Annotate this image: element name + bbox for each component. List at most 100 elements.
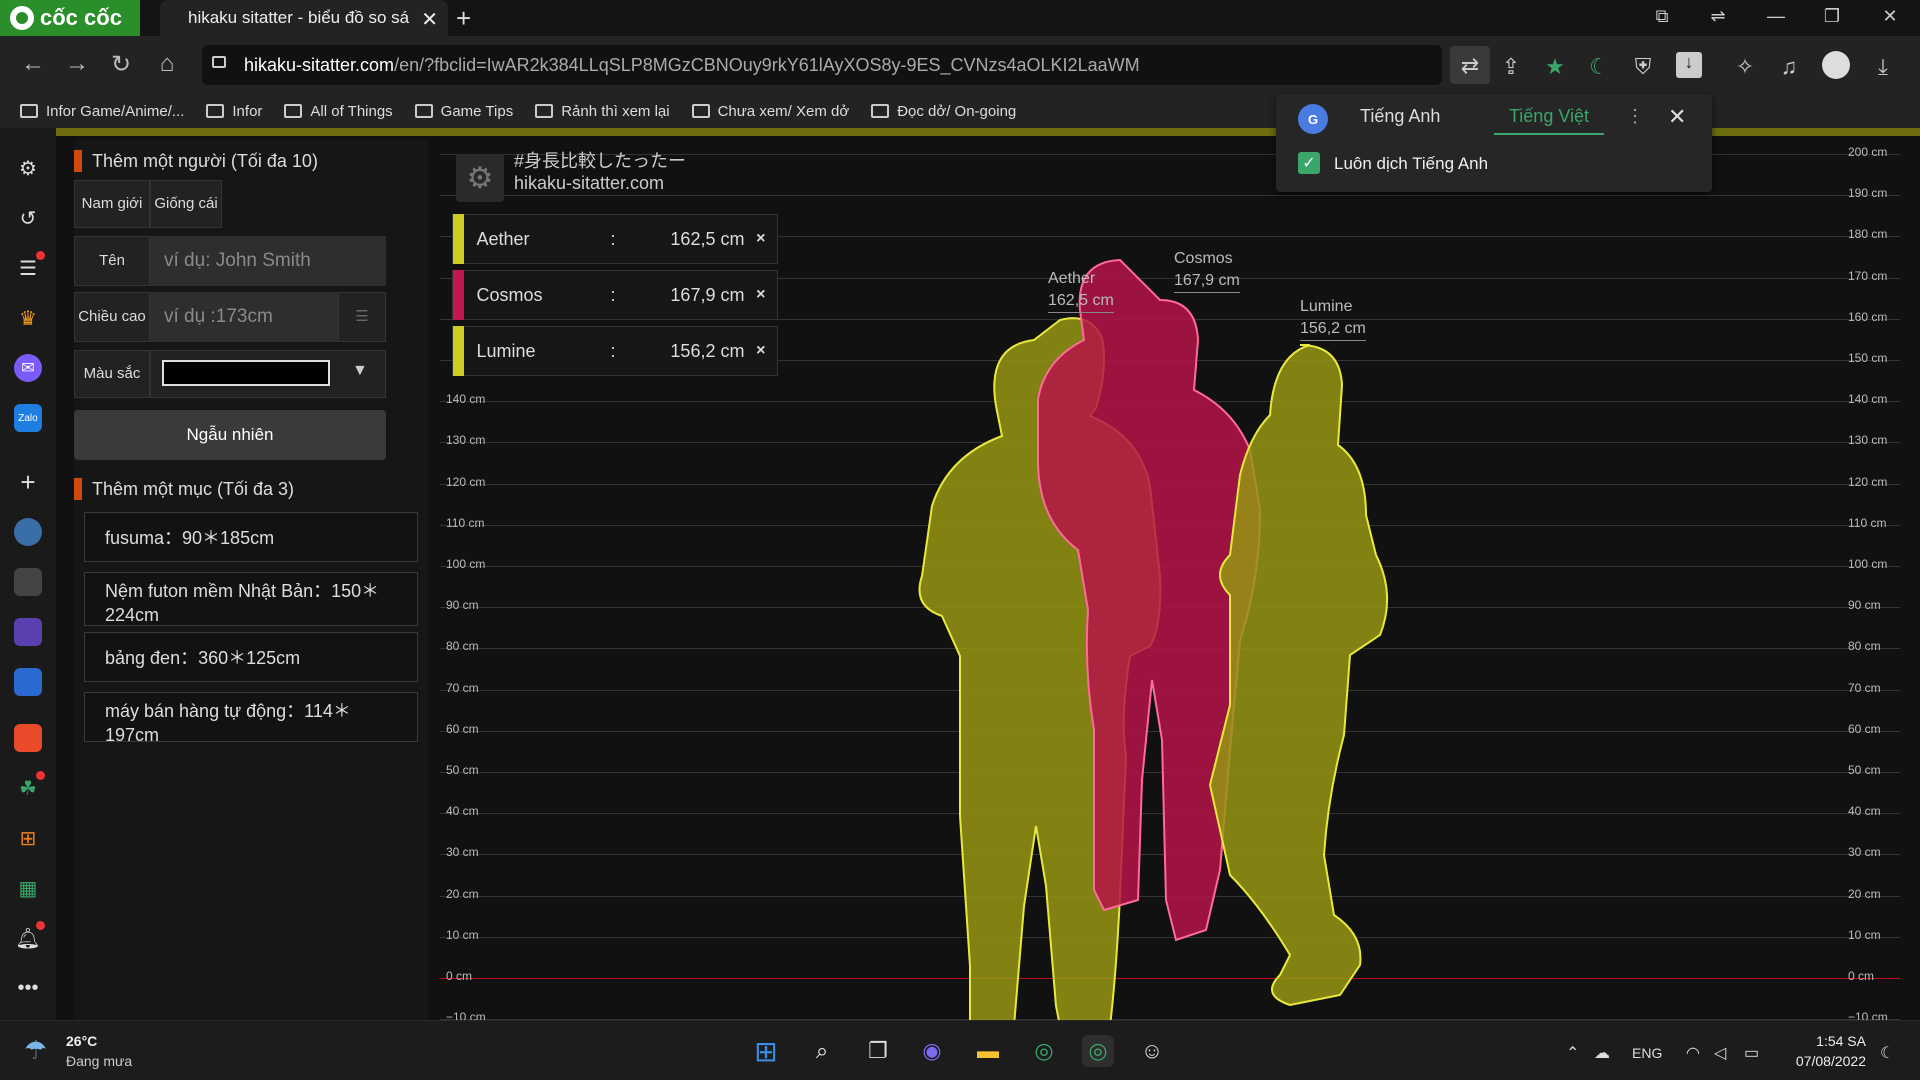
game-icon[interactable]: ☘ [14, 771, 45, 802]
task-view-icon[interactable]: ❐ [862, 1035, 894, 1067]
clock-time[interactable]: 1:54 SA [1786, 1033, 1866, 1049]
translate-app-icon[interactable] [14, 668, 42, 696]
chat-icon[interactable]: ◉ [916, 1035, 948, 1067]
forward-icon[interactable]: → [62, 50, 92, 78]
always-translate-checkbox[interactable]: ✓ [1298, 152, 1320, 174]
downloads-icon[interactable]: ⤓ [1868, 54, 1898, 80]
zalo-icon[interactable]: Zalo [14, 404, 42, 432]
translate-icon[interactable]: ⇄ [1450, 46, 1490, 84]
close-window-button[interactable]: ✕ [1878, 6, 1902, 27]
close-icon[interactable]: ✕ [1668, 104, 1686, 130]
chevron-up-icon[interactable]: ⌃ [1566, 1043, 1579, 1063]
search-icon[interactable]: ⌕ [806, 1035, 838, 1067]
avatar[interactable] [1822, 51, 1850, 79]
color-swatch[interactable] [162, 360, 330, 386]
section-title: Thêm một người (Tối đa 10) [92, 150, 318, 171]
file-explorer-icon[interactable]: ▬ [972, 1035, 1004, 1067]
shop-icon[interactable] [14, 724, 42, 752]
bookmark-star-icon[interactable]: ★ [1540, 54, 1570, 80]
browser-logo[interactable]: cốc cốc [0, 0, 140, 36]
windows-start-icon[interactable]: ⊞ [750, 1035, 782, 1067]
dark-mode-icon[interactable]: ☾ [1584, 54, 1614, 80]
tab-source-language[interactable]: Tiếng Anh [1360, 106, 1440, 127]
sheet-icon[interactable]: ▦ [14, 874, 42, 902]
wifi-icon[interactable]: ◠ [1686, 1043, 1700, 1063]
figure-name: Aether [1048, 270, 1096, 287]
shield-icon[interactable]: ⛨ [1628, 54, 1658, 80]
home-icon[interactable]: ⌂ [152, 50, 182, 78]
list-item[interactable]: máy bán hàng tự động：114＊197cm [84, 692, 418, 745]
gear-icon[interactable]: ⚙ [456, 154, 504, 202]
music-icon[interactable]: ♫ [1774, 54, 1804, 80]
extensions-icon[interactable]: ✧ [1730, 54, 1760, 80]
cart-icon[interactable]: ⊞ [14, 824, 42, 852]
grid-line [440, 607, 1900, 609]
language-indicator[interactable]: ENG [1632, 1045, 1662, 1061]
clock-date[interactable]: 07/08/2022 [1766, 1053, 1866, 1069]
height-input[interactable]: ví dụ :173cm [150, 292, 338, 342]
add-icon[interactable]: + [14, 467, 42, 497]
app-taskbar-icon[interactable]: ☺ [1136, 1035, 1168, 1067]
active-tab[interactable]: hikaku sitatter - biểu đồ so sá ✕ [160, 0, 448, 36]
bookmark-folder[interactable]: All of Things [284, 103, 393, 120]
bookmark-folder[interactable]: Đọc dở/ On-going [871, 103, 1016, 120]
gender-female-button[interactable]: Giống cái [150, 180, 222, 228]
app-icon[interactable] [14, 518, 42, 546]
remove-icon[interactable]: × [744, 286, 777, 304]
bell-icon[interactable]: 🔔︎ [14, 921, 45, 952]
download-ext-icon[interactable]: ↓ [1676, 52, 1702, 78]
watermark-title: #身長比較したったー [514, 151, 687, 171]
chevron-down-icon[interactable]: ▼ [352, 362, 368, 380]
remove-icon[interactable]: × [744, 230, 777, 248]
share-icon[interactable]: ⇪ [1496, 54, 1526, 80]
y-tick-label-right: 70 cm [1848, 680, 1881, 695]
gender-male-button[interactable]: Nam giới [74, 180, 150, 228]
messenger-icon[interactable]: ✉ [14, 354, 42, 382]
more-options-icon[interactable]: ⋮ [1626, 106, 1644, 127]
reading-list-icon[interactable]: ☰ [14, 251, 45, 282]
list-item[interactable]: bảng đen：360＊125cm [84, 632, 418, 682]
notification-icon[interactable]: ☾ [1880, 1043, 1894, 1063]
restore-button[interactable]: ❐ [1820, 6, 1844, 27]
name-input[interactable]: ví dụ: John Smith [150, 236, 386, 286]
volume-icon[interactable]: ◁ [1714, 1043, 1726, 1063]
settings-icon[interactable]: ⚙ [14, 154, 42, 182]
weather-icon[interactable]: ☂ [24, 1035, 47, 1066]
random-button[interactable]: Ngẫu nhiên [74, 410, 386, 460]
address-bar[interactable]: hikaku-sitatter.com/en/?fbclid=IwAR2k384… [202, 45, 1442, 85]
history-icon[interactable]: ↺ [14, 204, 42, 232]
cloud-icon[interactable]: ☁ [1594, 1043, 1610, 1063]
bookmark-folder[interactable]: Rảnh thì xem lại [535, 103, 670, 120]
list-item[interactable]: fusuma：90＊185cm [84, 512, 418, 562]
app-icon[interactable] [14, 618, 42, 646]
reload-icon[interactable]: ↻ [106, 50, 136, 79]
figure-height: 156,2 cm [1300, 318, 1366, 341]
minimize-button[interactable]: — [1764, 6, 1788, 27]
more-icon[interactable]: ••• [14, 974, 42, 1002]
crown-icon[interactable]: ♛ [14, 304, 42, 332]
back-icon[interactable]: ← [18, 50, 48, 78]
sidebar-toggle-icon[interactable]: ⇌ [1706, 6, 1730, 27]
tab-close-icon[interactable]: ✕ [421, 7, 438, 32]
bookmark-folder[interactable]: Chưa xem/ Xem dở [691, 103, 849, 120]
screen-share-icon[interactable]: ⧉ [1650, 6, 1674, 27]
legend-row-aether: Aether: 162,5 cm × [452, 214, 778, 264]
list-icon[interactable]: ☰ [338, 292, 386, 342]
notification-dot [36, 251, 45, 260]
remove-icon[interactable]: × [744, 342, 777, 360]
coccoc-active-taskbar-icon[interactable]: ◎ [1082, 1035, 1114, 1067]
coccoc-taskbar-icon[interactable]: ◎ [1028, 1035, 1060, 1067]
list-item[interactable]: Nệm futon mềm Nhật Bản：150＊224cm [84, 572, 418, 626]
app-icon[interactable] [14, 568, 42, 596]
tab-target-language[interactable]: Tiếng Việt [1494, 106, 1604, 135]
bookmark-folder[interactable]: Infor Game/Anime/... [20, 103, 184, 120]
y-tick-label-right: 20 cm [1848, 886, 1881, 901]
battery-icon[interactable]: ▭ [1744, 1043, 1759, 1063]
lock-icon[interactable] [212, 56, 226, 68]
new-tab-button[interactable]: + [456, 3, 471, 34]
section-title: Thêm một mục (Tối đa 3) [92, 478, 295, 499]
bookmark-folder[interactable]: Game Tips [414, 103, 513, 120]
item-label: bảng đen：360＊125cm [105, 648, 301, 668]
legend-swatch [453, 326, 465, 376]
bookmark-folder[interactable]: Infor [206, 103, 262, 120]
